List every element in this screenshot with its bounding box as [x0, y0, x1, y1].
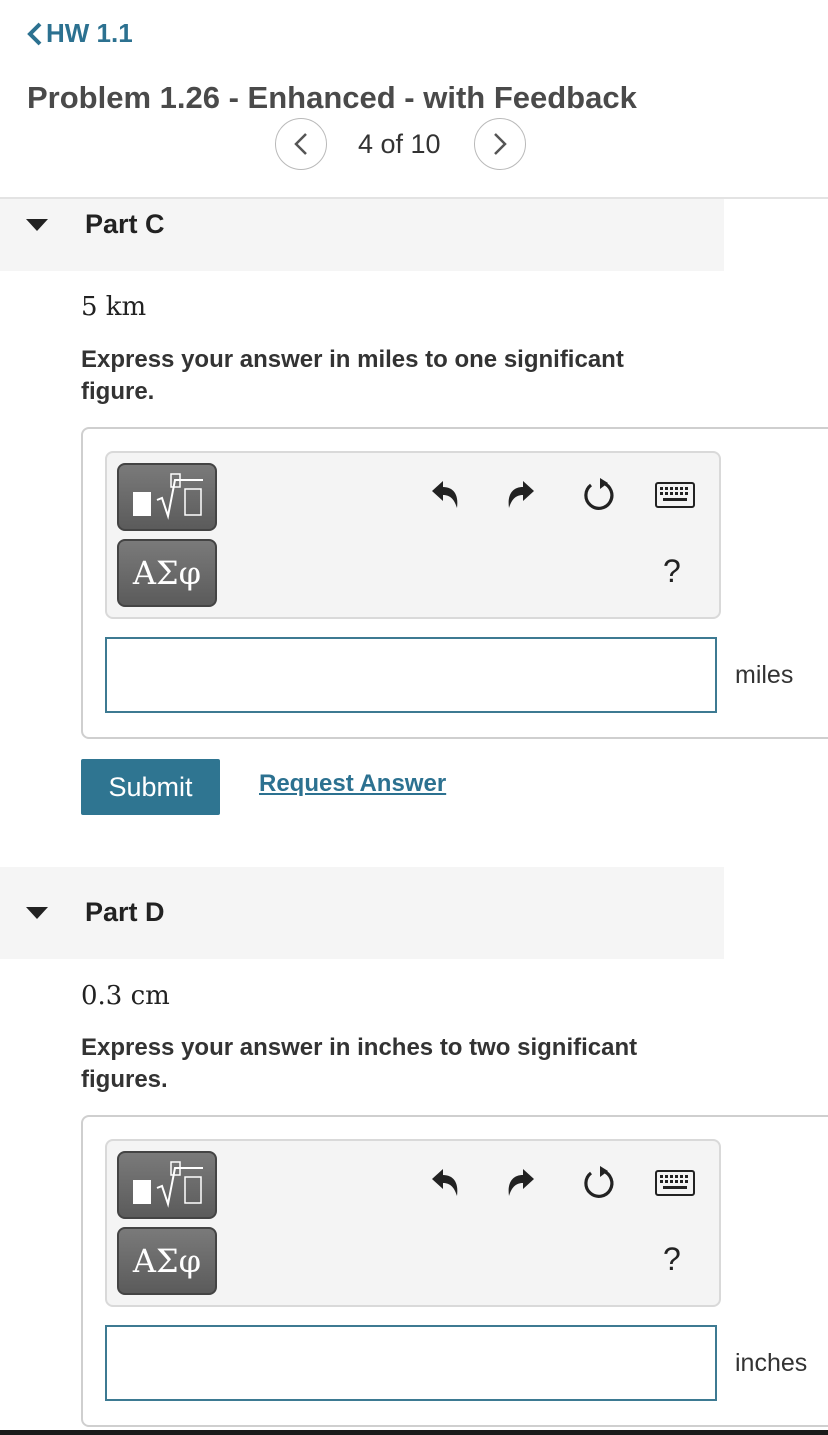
keyboard-button[interactable]: [653, 1161, 697, 1205]
request-answer-link[interactable]: Request Answer: [259, 770, 446, 798]
part-d-unit-label: inches: [735, 1349, 808, 1377]
part-c-answer-input[interactable]: [105, 637, 717, 713]
submit-button[interactable]: Submit: [81, 759, 220, 815]
fraction-root-template-icon: [133, 473, 203, 520]
part-c-title: Part C: [85, 209, 165, 239]
greek-symbols-button[interactable]: ΑΣφ: [117, 1227, 217, 1295]
part-d-answer-box: ΑΣφ ? inches: [81, 1115, 828, 1427]
part-d-instruction-line1: Express your answer in inches to two sig…: [81, 1034, 638, 1061]
problem-title: Problem 1.26 - Enhanced - with Feedback: [27, 80, 637, 115]
undo-button[interactable]: [423, 1161, 467, 1205]
greek-symbols-button[interactable]: ΑΣφ: [117, 539, 217, 607]
part-c-unit-label: miles: [735, 661, 794, 689]
chevron-left-icon: [294, 133, 307, 155]
keyboard-icon: [655, 1170, 695, 1196]
part-c-instruction: Express your answer in miles to one sign…: [81, 344, 701, 408]
caret-down-icon: [26, 219, 48, 231]
previous-problem-button[interactable]: [275, 118, 327, 170]
chevron-left-icon: [27, 22, 42, 45]
greek-symbols-label: ΑΣφ: [132, 554, 202, 592]
fraction-root-template-icon: [133, 1161, 203, 1208]
part-c-header[interactable]: Part C: [0, 199, 724, 271]
next-problem-button[interactable]: [474, 118, 526, 170]
help-button[interactable]: ?: [663, 1241, 681, 1278]
redo-icon: [508, 1169, 534, 1196]
redo-icon: [508, 481, 534, 508]
part-d-quantity: 0.3 cm: [81, 981, 170, 1011]
templates-button[interactable]: [117, 1151, 217, 1219]
part-c-instruction-line2: figure.: [81, 378, 155, 405]
back-link-label: HW 1.1: [46, 18, 133, 48]
part-c-quantity: 5 km: [81, 292, 147, 322]
math-toolbar: ΑΣφ ?: [105, 451, 721, 619]
part-d-header[interactable]: Part D: [0, 867, 724, 959]
keyboard-button[interactable]: [653, 473, 697, 517]
part-c-answer-box: ΑΣφ ? miles: [81, 427, 828, 739]
page-indicator: 4 of 10: [358, 129, 441, 159]
reset-icon: [584, 478, 614, 510]
help-button[interactable]: ?: [663, 553, 681, 590]
part-d-answer-input[interactable]: [105, 1325, 717, 1401]
part-d-instruction: Express your answer in inches to two sig…: [81, 1032, 701, 1096]
undo-icon: [432, 481, 458, 508]
redo-button[interactable]: [499, 1161, 543, 1205]
keyboard-icon: [655, 482, 695, 508]
undo-icon: [432, 1169, 458, 1196]
reset-button[interactable]: [577, 473, 621, 517]
part-d-instruction-line2: figures.: [81, 1066, 168, 1093]
bottom-edge-bar: [0, 1430, 828, 1435]
chevron-right-icon: [494, 133, 507, 155]
part-d-title: Part D: [85, 897, 165, 927]
back-link[interactable]: HW 1.1: [26, 18, 133, 49]
templates-button[interactable]: [117, 463, 217, 531]
redo-button[interactable]: [499, 473, 543, 517]
caret-down-icon: [26, 907, 48, 919]
part-c-instruction-line1: Express your answer in miles to one sign…: [81, 346, 624, 373]
undo-button[interactable]: [423, 473, 467, 517]
greek-symbols-label: ΑΣφ: [132, 1242, 202, 1280]
math-toolbar: ΑΣφ ?: [105, 1139, 721, 1307]
reset-button[interactable]: [577, 1161, 621, 1205]
reset-icon: [584, 1166, 614, 1198]
